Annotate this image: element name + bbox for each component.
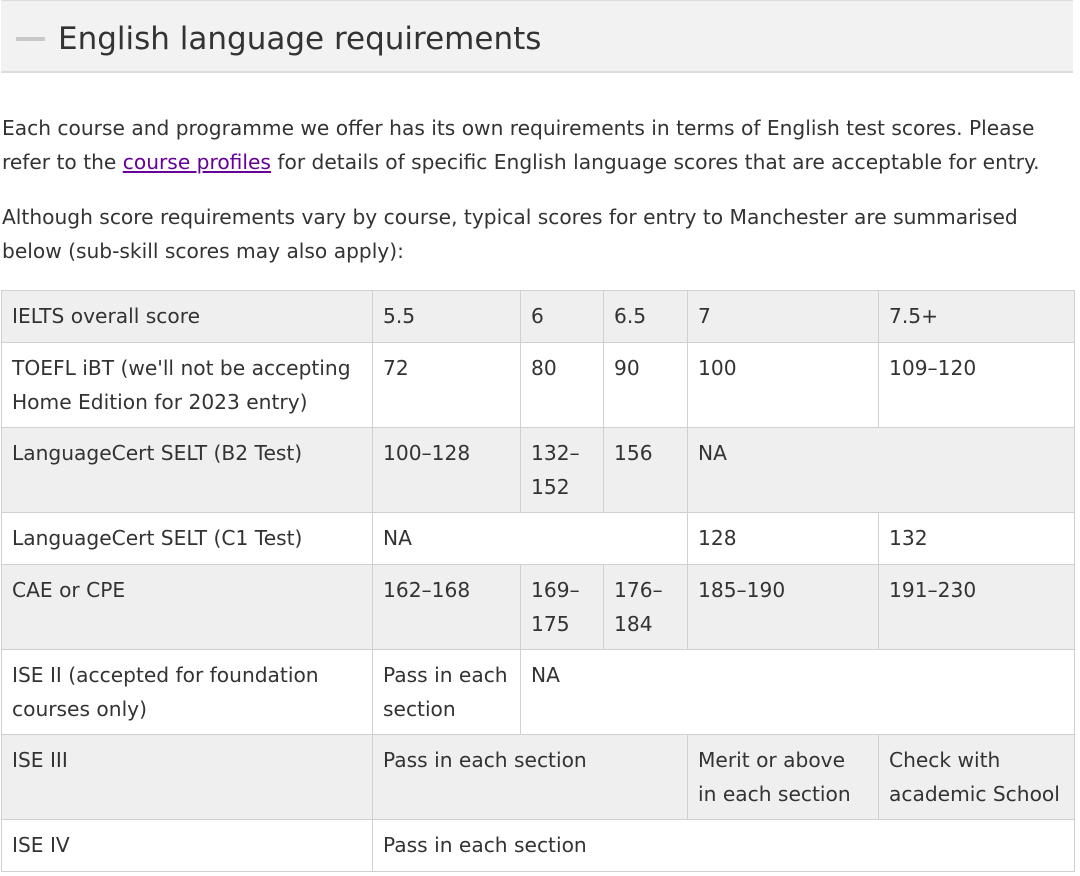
table-cell: 162–168 — [372, 564, 521, 650]
table-cell: Pass in each section — [372, 649, 521, 735]
table-row: IELTS overall score 5.5 6 6.5 7 7.5+ — [1, 290, 1075, 343]
cell-line: Merit or above — [698, 748, 846, 772]
summary-line-1: Although score requirements vary by cour… — [2, 205, 1018, 229]
table-cell: 90 — [603, 342, 688, 428]
row-label: IELTS overall score — [1, 290, 373, 343]
row-label: CAE or CPE — [1, 564, 373, 650]
cell-line: 169– — [531, 578, 580, 602]
table-row: ISE IV Pass in each section — [1, 819, 1075, 872]
table-cell: 6 — [520, 290, 604, 343]
table-row: LanguageCert SELT (C1 Test) NA 128 132 — [1, 512, 1075, 565]
table-cell: 7 — [687, 290, 879, 343]
table-cell: 109–120 — [878, 342, 1075, 428]
row-label-line: courses only) — [12, 697, 147, 721]
table-cell: 5.5 — [372, 290, 521, 343]
intro-paragraph: Each course and programme we offer has i… — [2, 111, 1077, 179]
table-cell: Merit or above in each section — [687, 734, 879, 820]
intro-line-2-before: refer to the — [2, 150, 123, 174]
row-label-line: ISE II (accepted for foundation — [12, 663, 319, 687]
cell-line: academic School — [889, 782, 1060, 806]
cell-line: section — [383, 697, 456, 721]
row-label: ISE IV — [1, 819, 373, 872]
table-row: LanguageCert SELT (B2 Test) 100–128 132–… — [1, 427, 1075, 513]
row-label: TOEFL iBT (we'll not be accepting Home Ed… — [1, 342, 373, 428]
course-profiles-link[interactable]: course profiles — [123, 150, 271, 174]
section-title: English language requirements — [58, 21, 542, 57]
table-row: ISE III Pass in each section Merit or ab… — [1, 734, 1075, 820]
requirements-table: IELTS overall score 5.5 6 6.5 7 7.5+ TOE… — [1, 290, 1075, 872]
table-cell: 185–190 — [687, 564, 879, 650]
cell-line: 175 — [531, 612, 570, 636]
table-cell: 7.5+ — [878, 290, 1075, 343]
table-cell: 132 — [878, 512, 1075, 565]
row-label: LanguageCert SELT (C1 Test) — [1, 512, 373, 565]
row-label: ISE III — [1, 734, 373, 820]
table-cell: 128 — [687, 512, 879, 565]
table-cell: NA — [520, 649, 1075, 735]
table-cell: 156 — [603, 427, 688, 513]
minus-icon — [16, 37, 45, 41]
cell-line: in each section — [698, 782, 851, 806]
table-cell: 72 — [372, 342, 521, 428]
table-cell: 80 — [520, 342, 604, 428]
table-cell: Pass in each section — [372, 819, 1075, 872]
table-cell: 6.5 — [603, 290, 688, 343]
table-row: ISE II (accepted for foundation courses o… — [1, 649, 1075, 735]
table-row: CAE or CPE 162–168 169– 175 176– 184 185–1… — [1, 564, 1075, 650]
cell-line: 132– — [531, 441, 580, 465]
table-cell: 191–230 — [878, 564, 1075, 650]
intro-line-2-after: for details of specific English language… — [270, 150, 1040, 174]
table-cell: NA — [372, 512, 688, 565]
cell-line: 176– — [614, 578, 663, 602]
table-cell: 169– 175 — [520, 564, 604, 650]
row-label-line: Home Edition for 2023 entry) — [12, 390, 308, 414]
table-row: TOEFL iBT (we'll not be accepting Home Ed… — [1, 342, 1075, 428]
row-label: ISE II (accepted for foundation courses o… — [1, 649, 373, 735]
intro-line-1: Each course and programme we offer has i… — [2, 116, 1035, 140]
row-label-line: TOEFL iBT (we'll not be accepting — [12, 356, 351, 380]
cell-line: 184 — [614, 612, 653, 636]
cell-line: 152 — [531, 475, 570, 499]
table-cell: 176– 184 — [603, 564, 688, 650]
table-cell: 100 — [687, 342, 879, 428]
page: English language requirements Each cours… — [0, 0, 1080, 876]
accordion-header[interactable]: English language requirements — [1, 0, 1073, 73]
table-cell: 132– 152 — [520, 427, 604, 513]
summary-paragraph: Although score requirements vary by cour… — [2, 200, 1077, 268]
table-cell: Pass in each section — [372, 734, 688, 820]
summary-line-2: below (sub-skill scores may also apply): — [2, 239, 404, 263]
table-cell: Check with academic School — [878, 734, 1075, 820]
table-cell: 100–128 — [372, 427, 521, 513]
row-label: LanguageCert SELT (B2 Test) — [1, 427, 373, 513]
cell-line: Pass in each — [383, 663, 508, 687]
cell-line: Check with — [889, 748, 1001, 772]
table-cell: NA — [687, 427, 1075, 513]
